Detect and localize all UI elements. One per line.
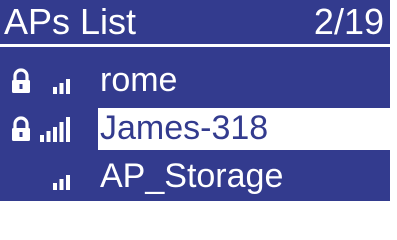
ap-list-screen: APs List 2/19 rome James-318 AP_Storage: [0, 0, 390, 201]
signal-strength-icon: [40, 116, 78, 142]
ap-list-item[interactable]: James-318: [0, 108, 390, 156]
signal-strength-icon: [40, 68, 78, 94]
page-title: APs List: [4, 1, 137, 42]
header-divider: [0, 44, 390, 47]
ap-name-label: rome: [100, 61, 178, 99]
page-counter: 2/19: [313, 1, 384, 42]
signal-strength-icon: [40, 164, 78, 190]
ap-list-item[interactable]: rome: [0, 60, 390, 108]
ap-list-item[interactable]: AP_Storage: [0, 156, 390, 201]
ap-list: rome James-318 AP_Storage: [0, 60, 390, 201]
lock-icon: [10, 116, 32, 142]
lock-icon: [10, 68, 32, 94]
ap-name-label: AP_Storage: [100, 157, 284, 195]
header-bar: APs List 2/19: [0, 0, 390, 47]
ap-name-label: James-318: [98, 108, 390, 150]
